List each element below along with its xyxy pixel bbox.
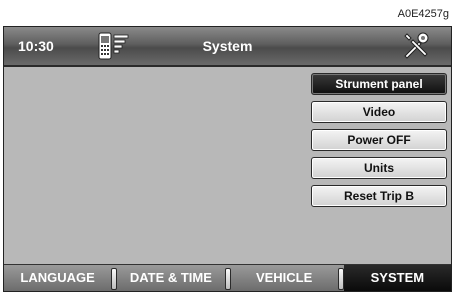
tab-language[interactable]: LANGUAGE (4, 265, 111, 291)
tab-vehicle[interactable]: VEHICLE (231, 265, 338, 291)
tab-system[interactable]: SYSTEM (343, 265, 451, 291)
display-screen: 10:30 System Strument panel Video Power … (3, 26, 452, 292)
menu-item-strument-panel[interactable]: Strument panel (311, 73, 447, 95)
menu-item-reset-trip-b[interactable]: Reset Trip B (311, 185, 447, 207)
figure-reference-code: A0E4257g (397, 8, 449, 20)
system-menu: Strument panel Video Power OFF Units Res… (311, 73, 447, 207)
header-bar: 10:30 System (4, 27, 451, 67)
tools-icon (399, 30, 431, 67)
menu-item-units[interactable]: Units (311, 157, 447, 179)
tab-date-time[interactable]: DATE & TIME (117, 265, 224, 291)
bottom-tab-bar: LANGUAGE DATE & TIME VEHICLE SYSTEM (4, 264, 451, 291)
menu-item-video[interactable]: Video (311, 101, 447, 123)
menu-item-power-off[interactable]: Power OFF (311, 129, 447, 151)
screen-title: System (202, 38, 253, 54)
